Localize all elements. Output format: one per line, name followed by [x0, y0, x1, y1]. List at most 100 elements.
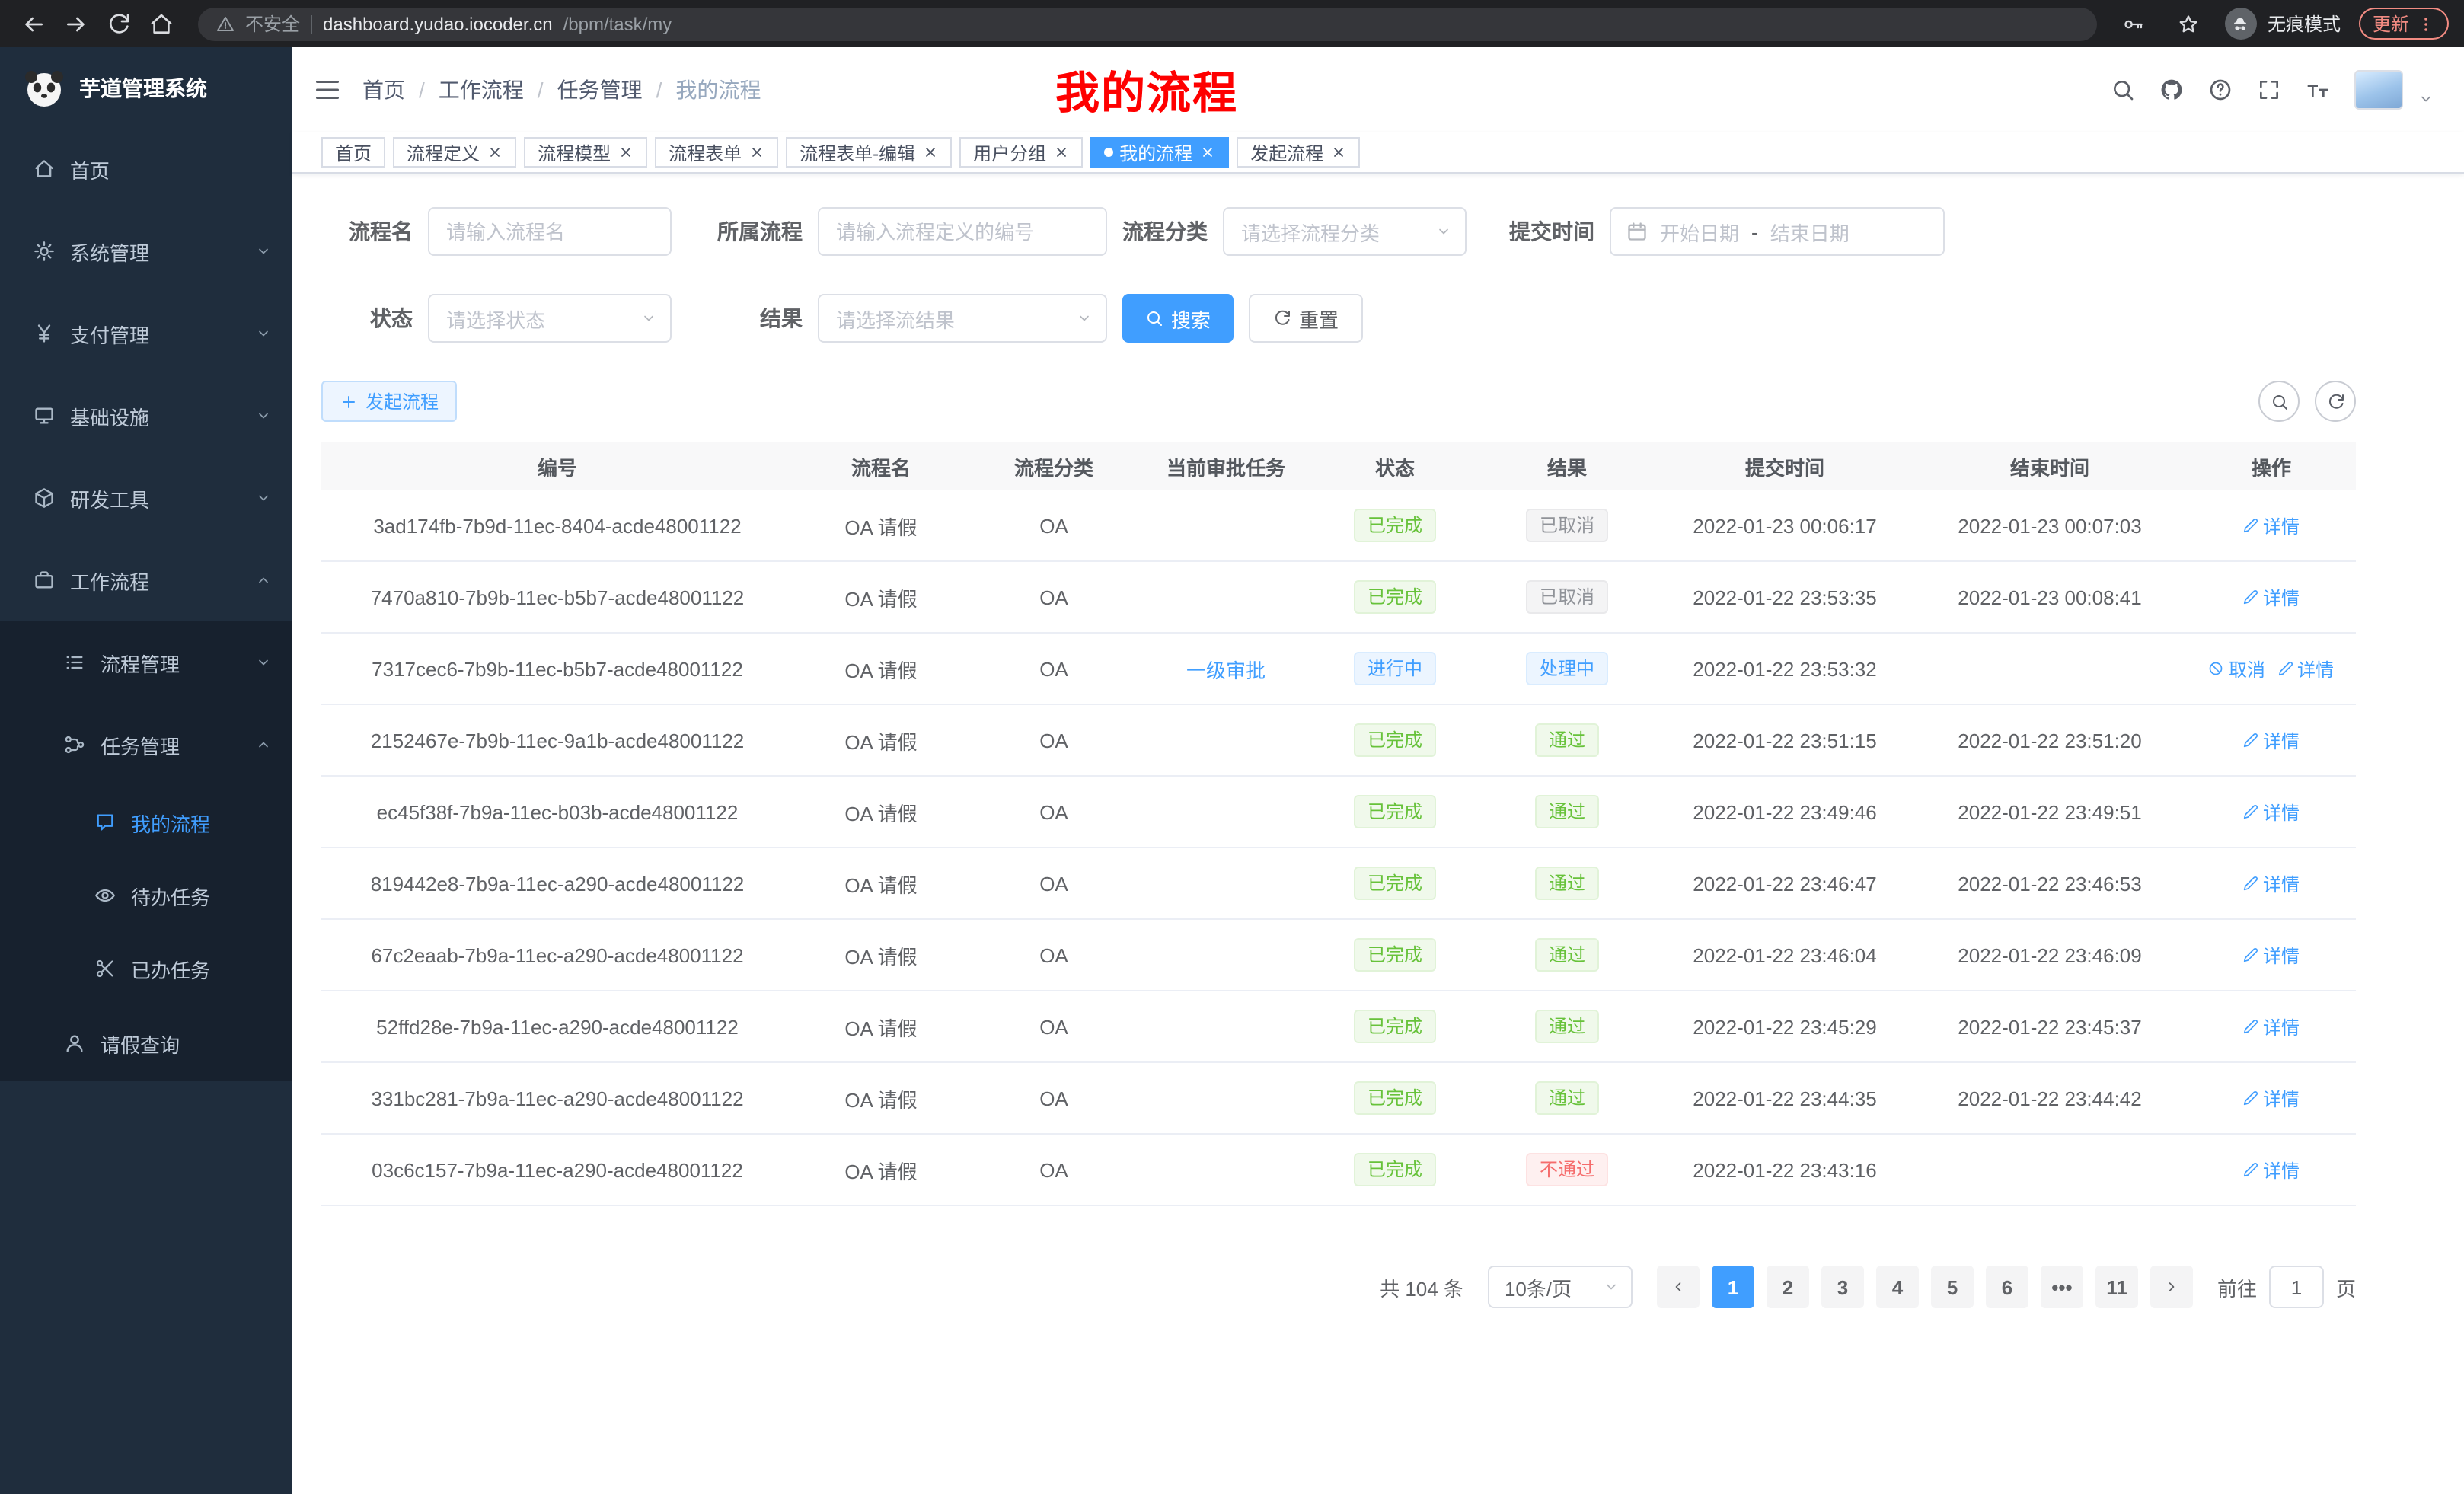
process-name-input[interactable]: [428, 207, 672, 256]
table-row: 331bc281-7b9a-11ec-a290-acde48001122 OA …: [321, 1063, 2356, 1135]
detail-action[interactable]: 详情: [2243, 942, 2300, 968]
tab-my-process[interactable]: 我的流程: [1090, 137, 1229, 168]
detail-action[interactable]: 详情: [2243, 584, 2300, 610]
avatar-caret-icon[interactable]: [2418, 91, 2434, 107]
reload-icon[interactable]: [101, 5, 137, 42]
submit-time-range[interactable]: 开始日期 - 结束日期: [1610, 207, 1945, 256]
page-button[interactable]: 2: [1767, 1266, 1809, 1308]
status-select[interactable]: 请选择状态: [428, 294, 672, 343]
close-icon[interactable]: [1054, 145, 1069, 160]
back-icon[interactable]: [15, 5, 52, 42]
detail-action[interactable]: 详情: [2243, 870, 2300, 896]
avatar[interactable]: [2354, 70, 2403, 110]
cell-submit-time: 2022-01-23 00:06:17: [1657, 514, 1913, 537]
table-row: 2152467e-7b9b-11ec-9a1b-acde48001122 OA …: [321, 705, 2356, 777]
table-row: 7317cec6-7b9b-11ec-b5b7-acde48001122 OA …: [321, 634, 2356, 705]
page-button[interactable]: 6: [1986, 1266, 2028, 1308]
edit-icon: [2243, 733, 2258, 748]
result-select[interactable]: 请选择流结果: [818, 294, 1107, 343]
search-icon[interactable]: [2111, 78, 2135, 102]
sidebar-item-done-tasks[interactable]: 已办任务: [0, 932, 292, 1005]
page-button[interactable]: 1: [1712, 1266, 1754, 1308]
current-task-link[interactable]: 一级审批: [1186, 654, 1266, 683]
tab-start-process[interactable]: 发起流程: [1237, 137, 1360, 168]
sidebar-item-home[interactable]: 首页: [0, 128, 292, 210]
refresh-table-button[interactable]: [2315, 381, 2356, 422]
detail-action[interactable]: 详情: [2243, 727, 2300, 753]
breadcrumb-item[interactable]: 首页: [362, 75, 405, 105]
sidebar-item-workflow[interactable]: 工作流程: [0, 539, 292, 621]
tab-home[interactable]: 首页: [321, 137, 385, 168]
close-icon[interactable]: [487, 145, 503, 160]
cancel-action[interactable]: 取消: [2209, 656, 2265, 682]
bookmark-star-icon[interactable]: [2170, 5, 2207, 42]
breadcrumb-current: 我的流程: [675, 75, 761, 105]
search-button[interactable]: 搜索: [1122, 294, 1234, 343]
create-process-button[interactable]: 发起流程: [321, 381, 457, 422]
cell-end-time: 2022-01-22 23:46:53: [1913, 872, 2187, 895]
close-icon[interactable]: [1331, 145, 1346, 160]
close-icon[interactable]: [618, 145, 634, 160]
pagination: 共 104 条 10条/页 1 2 3 4 5 6 ••• 11 前往: [321, 1266, 2356, 1308]
next-page-button[interactable]: [2150, 1266, 2193, 1308]
close-icon[interactable]: [1200, 145, 1215, 160]
sidebar-item-process-management[interactable]: 流程管理: [0, 621, 292, 704]
detail-action[interactable]: 详情: [2243, 1014, 2300, 1039]
goto-page-input[interactable]: [2269, 1266, 2324, 1308]
tab-process-model[interactable]: 流程模型: [524, 137, 647, 168]
address-bar[interactable]: 不安全 dashboard.yudao.iocoder.cn/bpm/task/…: [198, 7, 2097, 40]
sidebar-item-payment[interactable]: 支付管理: [0, 292, 292, 375]
tab-process-form[interactable]: 流程表单: [655, 137, 778, 168]
tab-process-definition[interactable]: 流程定义: [393, 137, 516, 168]
sidebar-item-leave-query[interactable]: 请假查询: [0, 1005, 292, 1081]
detail-action[interactable]: 详情: [2243, 512, 2300, 538]
sidebar-item-todo-tasks[interactable]: 待办任务: [0, 859, 292, 932]
detail-action[interactable]: 详情: [2277, 656, 2334, 682]
breadcrumb-item[interactable]: 任务管理: [557, 75, 643, 105]
fullscreen-icon[interactable]: [2257, 78, 2281, 102]
prev-page-button[interactable]: [1657, 1266, 1700, 1308]
page-button[interactable]: 4: [1876, 1266, 1919, 1308]
page-button[interactable]: 3: [1821, 1266, 1864, 1308]
table-row: 67c2eaab-7b9a-11ec-a290-acde48001122 OA …: [321, 920, 2356, 991]
font-size-icon[interactable]: [2306, 78, 2330, 102]
breadcrumb-item[interactable]: 工作流程: [439, 75, 524, 105]
detail-action[interactable]: 详情: [2243, 1085, 2300, 1111]
sidebar-item-label: 工作流程: [70, 566, 149, 595]
sidebar-item-infrastructure[interactable]: 基础设施: [0, 375, 292, 457]
more-pages-button[interactable]: •••: [2041, 1266, 2083, 1308]
page: 不安全 dashboard.yudao.iocoder.cn/bpm/task/…: [0, 0, 2464, 1494]
tab-user-group[interactable]: 用户分组: [959, 137, 1083, 168]
cell-submit-time: 2022-01-22 23:51:15: [1657, 729, 1913, 752]
reset-button[interactable]: 重置: [1249, 294, 1363, 343]
sidebar-item-label: 待办任务: [131, 881, 210, 910]
close-icon[interactable]: [749, 145, 764, 160]
tab-label: 流程表单: [669, 139, 742, 165]
tab-label: 我的流程: [1119, 139, 1192, 165]
sidebar-item-my-process[interactable]: 我的流程: [0, 786, 292, 859]
parent-process-input[interactable]: [818, 207, 1107, 256]
sidebar-item-devtools[interactable]: 研发工具: [0, 457, 292, 539]
page-size-select[interactable]: 10条/页: [1488, 1266, 1633, 1308]
page-button[interactable]: 5: [1931, 1266, 1974, 1308]
sidebar-item-task-management[interactable]: 任务管理: [0, 704, 292, 786]
browser-toolbar: 不安全 dashboard.yudao.iocoder.cn/bpm/task/…: [0, 0, 2464, 47]
hamburger-icon[interactable]: [314, 76, 341, 104]
github-icon[interactable]: [2159, 78, 2184, 102]
close-icon[interactable]: [923, 145, 938, 160]
key-icon[interactable]: [2115, 5, 2152, 42]
category-select[interactable]: 请选择流程分类: [1223, 207, 1467, 256]
edit-icon: [2243, 947, 2258, 962]
cell-name: OA 请假: [793, 654, 969, 683]
home-browser-icon[interactable]: [143, 5, 180, 42]
url-path: /bpm/task/my: [563, 13, 672, 34]
help-icon[interactable]: [2208, 78, 2233, 102]
toggle-search-button[interactable]: [2258, 381, 2300, 422]
update-button[interactable]: 更新: [2359, 8, 2449, 40]
forward-icon[interactable]: [58, 5, 94, 42]
detail-action[interactable]: 详情: [2243, 799, 2300, 825]
tab-process-form-edit[interactable]: 流程表单-编辑: [786, 137, 952, 168]
page-button[interactable]: 11: [2095, 1266, 2138, 1308]
detail-action[interactable]: 详情: [2243, 1157, 2300, 1183]
sidebar-item-system[interactable]: 系统管理: [0, 210, 292, 292]
